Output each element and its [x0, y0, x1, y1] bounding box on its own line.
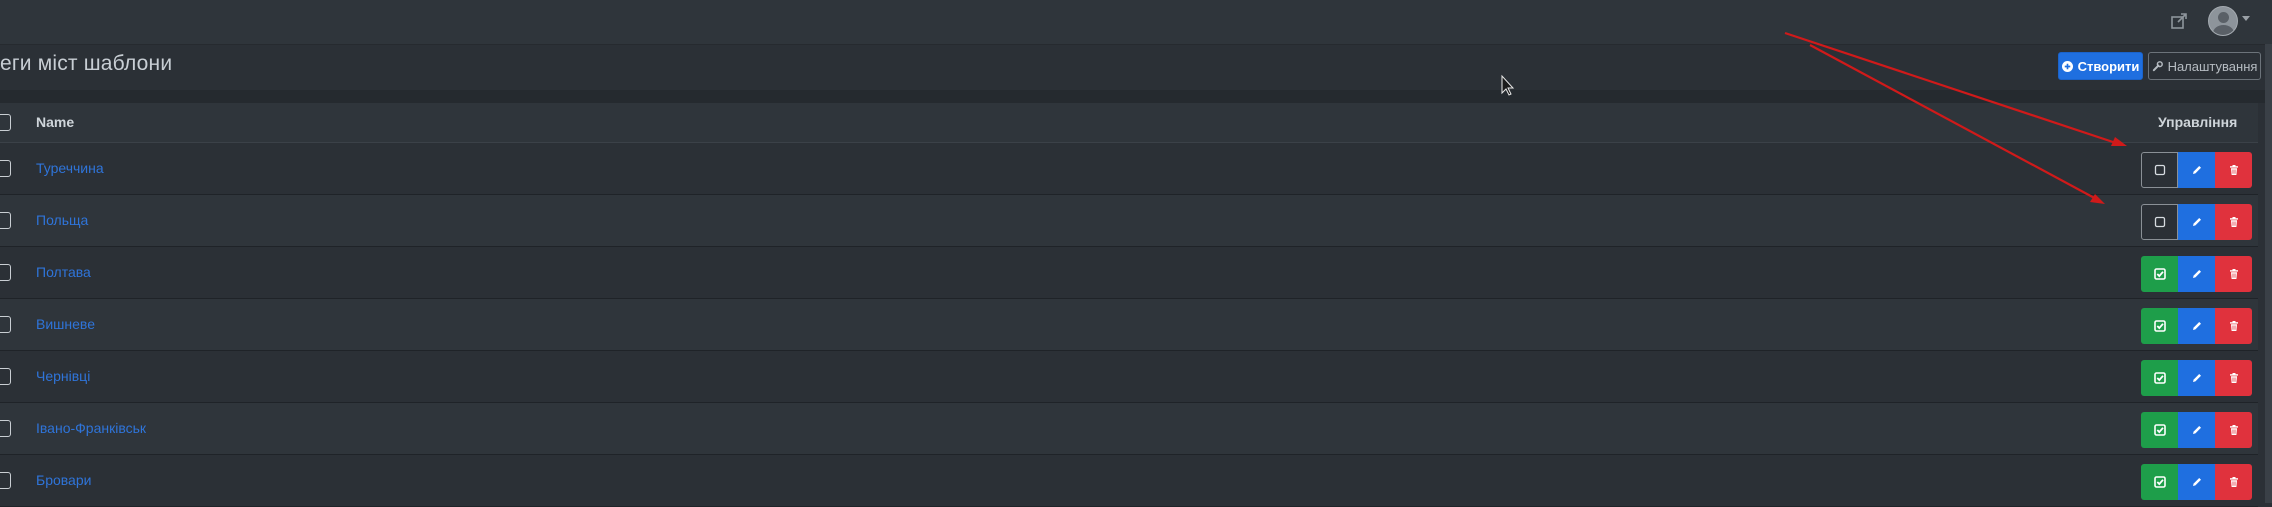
pencil-icon: [2192, 374, 2201, 382]
pencil-icon: [2192, 426, 2201, 434]
row-name-link[interactable]: Чернівці: [36, 368, 90, 384]
row-name-link[interactable]: Івано-Франківськ: [36, 420, 146, 436]
delete-button[interactable]: [2215, 204, 2252, 240]
table-body: Туреччина Польща Полтава Вишневе Чернівці Іва…: [0, 143, 2258, 507]
settings-button[interactable]: Налаштування: [2148, 52, 2261, 80]
toggle-active-button[interactable]: [2141, 412, 2178, 448]
external-link-icon[interactable]: [2168, 10, 2190, 32]
row-name-link[interactable]: Вишневе: [36, 316, 95, 332]
row-checkbox[interactable]: [0, 472, 11, 489]
trash-icon: [2229, 269, 2238, 279]
toggle-active-button[interactable]: [2141, 308, 2178, 344]
pencil-icon: [2192, 218, 2201, 226]
edit-button[interactable]: [2178, 308, 2215, 344]
user-avatar-icon[interactable]: [2208, 6, 2238, 36]
top-navbar: [0, 0, 2272, 45]
row-checkbox[interactable]: [0, 264, 11, 281]
trash-icon: [2229, 425, 2238, 435]
header-divider: [0, 90, 2265, 103]
pencil-icon: [2192, 478, 2201, 486]
row-actions: [2141, 256, 2252, 292]
row-actions: [2141, 152, 2252, 188]
column-header-name: Name: [36, 114, 75, 130]
delete-button[interactable]: [2215, 256, 2252, 292]
scrollbar-track[interactable]: [2265, 44, 2272, 503]
table-row: Івано-Франківськ: [0, 403, 2258, 455]
row-actions: [2141, 412, 2252, 448]
edit-button[interactable]: [2178, 360, 2215, 396]
toggle-icon: [2154, 216, 2166, 228]
create-button-label: Створити: [2077, 58, 2140, 74]
toggle-icon: [2154, 164, 2166, 176]
table-row: Бровари: [0, 455, 2258, 507]
create-button[interactable]: Створити: [2058, 52, 2143, 80]
edit-button[interactable]: [2178, 152, 2215, 188]
toggle-active-button[interactable]: [2141, 152, 2178, 188]
trash-icon: [2229, 217, 2238, 227]
settings-button-label: Налаштування: [2167, 58, 2258, 74]
table-row: Вишневе: [0, 299, 2258, 351]
column-header-actions: Управління: [2158, 114, 2238, 130]
trash-icon: [2229, 321, 2238, 331]
row-name-link[interactable]: Полтава: [36, 264, 91, 280]
row-actions: [2141, 464, 2252, 500]
toggle-active-button[interactable]: [2141, 256, 2178, 292]
table-row: Полтава: [0, 247, 2258, 299]
wrench-icon: [2152, 60, 2163, 71]
delete-button[interactable]: [2215, 360, 2252, 396]
trash-icon: [2229, 477, 2238, 487]
row-actions: [2141, 360, 2252, 396]
trash-icon: [2229, 165, 2238, 175]
pencil-icon: [2192, 270, 2201, 278]
row-checkbox[interactable]: [0, 212, 11, 229]
edit-button[interactable]: [2178, 204, 2215, 240]
delete-button[interactable]: [2215, 412, 2252, 448]
delete-button[interactable]: [2215, 464, 2252, 500]
row-checkbox[interactable]: [0, 368, 11, 385]
delete-button[interactable]: [2215, 152, 2252, 188]
pencil-icon: [2192, 322, 2201, 330]
row-checkbox[interactable]: [0, 316, 11, 333]
toggle-icon: [2153, 268, 2166, 280]
toggle-icon: [2153, 476, 2166, 488]
plus-circle-icon: [2061, 60, 2073, 72]
row-name-link[interactable]: Туреччина: [36, 160, 104, 176]
edit-button[interactable]: [2178, 464, 2215, 500]
toggle-icon: [2153, 424, 2166, 436]
toggle-active-button[interactable]: [2141, 204, 2178, 240]
chevron-down-icon[interactable]: [2242, 16, 2250, 21]
data-table: Name Управління Туреччина Польща Полтава Ви…: [0, 103, 2258, 507]
row-name-link[interactable]: Бровари: [36, 472, 91, 488]
toggle-active-button[interactable]: [2141, 360, 2178, 396]
delete-button[interactable]: [2215, 308, 2252, 344]
toggle-icon: [2153, 372, 2166, 384]
toggle-icon: [2153, 320, 2166, 332]
page-title: еги міст шаблони: [0, 52, 173, 75]
trash-icon: [2229, 373, 2238, 383]
row-checkbox[interactable]: [0, 160, 11, 177]
pencil-icon: [2192, 166, 2201, 174]
page-header: еги міст шаблони Створити Налаштування: [0, 45, 2265, 90]
row-checkbox[interactable]: [0, 420, 11, 437]
table-row: Польща: [0, 195, 2258, 247]
edit-button[interactable]: [2178, 412, 2215, 448]
row-actions: [2141, 204, 2252, 240]
table-header: Name Управління: [0, 103, 2258, 143]
edit-button[interactable]: [2178, 256, 2215, 292]
row-actions: [2141, 308, 2252, 344]
table-row: Туреччина: [0, 143, 2258, 195]
row-name-link[interactable]: Польща: [36, 212, 88, 228]
table-row: Чернівці: [0, 351, 2258, 403]
toggle-active-button[interactable]: [2141, 464, 2178, 500]
select-all-checkbox[interactable]: [0, 114, 11, 131]
